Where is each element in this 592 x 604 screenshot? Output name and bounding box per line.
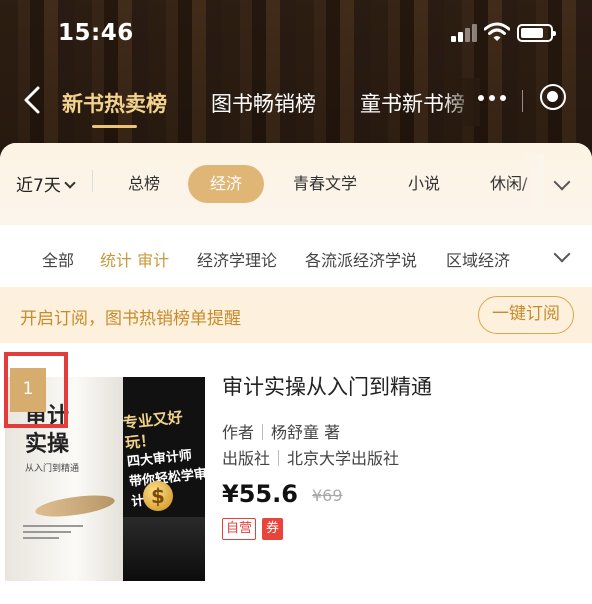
chevron-down-icon bbox=[64, 177, 76, 189]
period-label: 近7天 bbox=[16, 176, 61, 196]
cover-text-lines bbox=[23, 525, 83, 543]
fade bbox=[515, 235, 543, 281]
category-youth-literature[interactable]: 青春文学 bbox=[282, 165, 368, 203]
book-original-price: ¥69 bbox=[312, 486, 343, 505]
list-item[interactable]: 审计 实操 从入门到精通 专业又好玩！ 四大审计师 带你轻松学审计 $ 1 审计实… bbox=[0, 343, 592, 604]
book-publisher: 出版社 北京大学出版社 bbox=[222, 449, 400, 468]
subscribe-button[interactable]: 一键订阅 bbox=[478, 296, 574, 334]
category-economy[interactable]: 经济 bbox=[188, 165, 264, 203]
subcategory-statistics-audit[interactable]: 统计 审计 bbox=[100, 247, 169, 271]
subcategory-economic-schools[interactable]: 各流派经济学说 bbox=[305, 247, 417, 271]
book-price: ¥55.6 bbox=[222, 480, 298, 508]
fade bbox=[520, 153, 544, 213]
status-time: 15:46 bbox=[58, 20, 134, 46]
period-selector[interactable]: 近7天 bbox=[16, 171, 76, 196]
subcategory-economic-theory[interactable]: 经济学理论 bbox=[197, 247, 277, 271]
category-novel[interactable]: 小说 bbox=[396, 165, 452, 203]
book-author: 作者 杨舒童 著 bbox=[222, 423, 341, 442]
subscribe-text: 开启订阅，图书热销榜单提醒 bbox=[20, 309, 241, 329]
rank-highlight-box bbox=[4, 352, 68, 428]
book-title[interactable]: 审计实操从入门到精通 bbox=[222, 371, 432, 401]
cover-stage bbox=[123, 517, 205, 581]
subcategory-all[interactable]: 全部 bbox=[42, 247, 74, 271]
battery-icon bbox=[517, 24, 556, 42]
nav-fade bbox=[440, 78, 480, 126]
cover-swoosh bbox=[34, 491, 116, 521]
expand-subcategories-icon[interactable] bbox=[553, 245, 571, 263]
category-bar: 近7天 总榜 经济 青春文学 小说 休闲/ bbox=[0, 143, 592, 225]
status-bar: 15:46 bbox=[0, 0, 592, 66]
cover-subtitle: 从入门到精通 bbox=[25, 464, 80, 474]
expand-categories-icon[interactable] bbox=[553, 173, 571, 191]
subcategory-regional-economy[interactable]: 区域经济 bbox=[446, 247, 510, 271]
nav-divider bbox=[522, 90, 523, 112]
tab-new-books-hot[interactable]: 新书热卖榜 bbox=[62, 88, 167, 128]
more-icon[interactable] bbox=[478, 92, 508, 104]
back-icon[interactable] bbox=[18, 84, 46, 116]
top-nav: 新书热卖榜 图书畅销榜 童书新书榜 bbox=[0, 78, 592, 128]
signal-icon bbox=[451, 24, 477, 42]
subcategory-bar: 全部 统计 审计 经济学理论 各流派经济学说 区域经济 bbox=[0, 225, 592, 287]
coupon-badge: 券 bbox=[262, 518, 284, 540]
subscribe-banner: 开启订阅，图书热销榜单提醒 一键订阅 bbox=[0, 287, 592, 343]
self-operated-badge: 自营 bbox=[222, 518, 257, 540]
dollar-coin-icon: $ bbox=[143, 481, 173, 511]
wifi-icon bbox=[484, 22, 510, 41]
close-mini-program-icon[interactable] bbox=[540, 84, 566, 110]
tab-bestsellers[interactable]: 图书畅销榜 bbox=[211, 88, 316, 118]
divider bbox=[92, 170, 93, 192]
category-all[interactable]: 总榜 bbox=[112, 165, 176, 203]
